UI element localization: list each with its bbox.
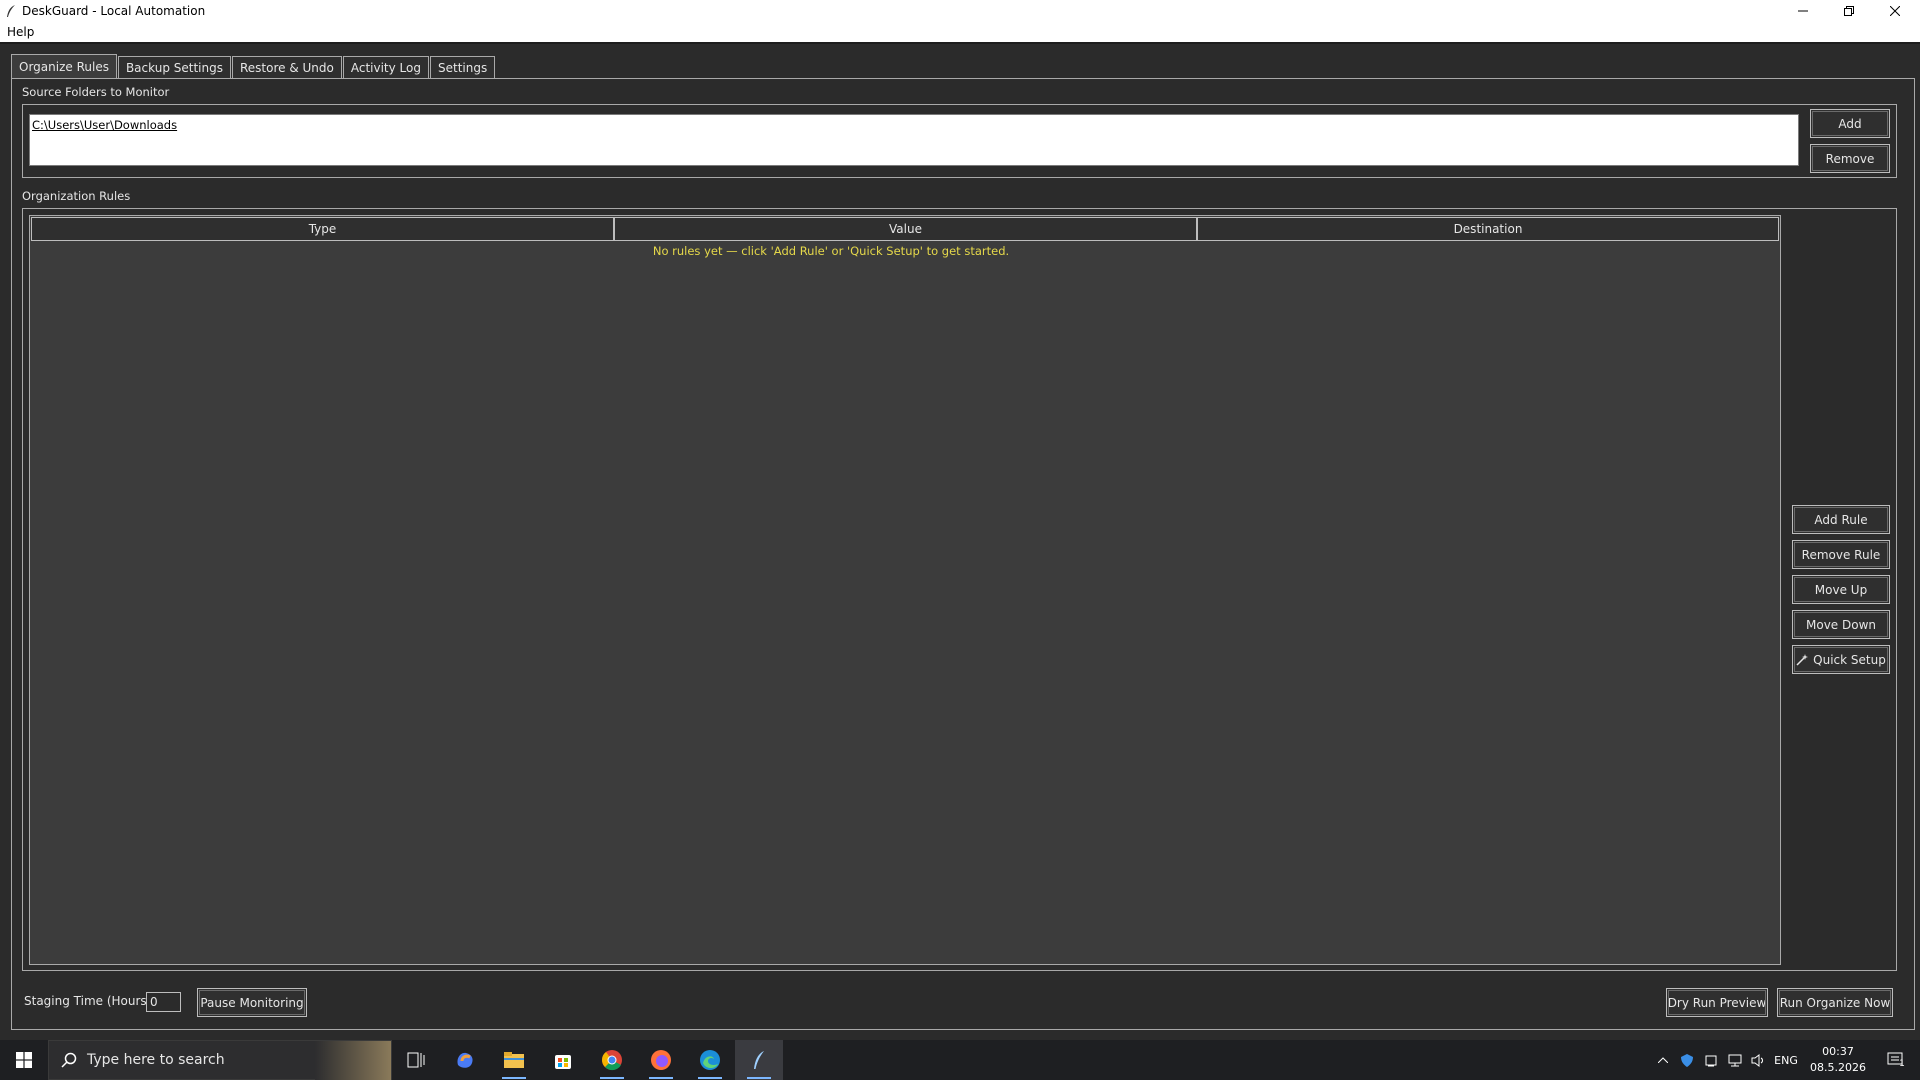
dry-run-preview-button[interactable]: Dry Run Preview [1666,988,1768,1017]
notification-count-badge: 1 [1899,1059,1905,1069]
volume-icon[interactable] [1748,1040,1770,1080]
quick-setup-button[interactable]: Quick Setup [1792,645,1890,674]
notification-center-icon[interactable]: 1 [1876,1040,1916,1080]
move-up-button[interactable]: Move Up [1792,575,1890,604]
device-icon[interactable] [1700,1040,1722,1080]
source-folders-list[interactable]: C:\Users\User\Downloads [29,114,1799,166]
source-folders-label: Source Folders to Monitor [22,85,170,99]
tab-activity-log[interactable]: Activity Log [342,56,429,78]
firefox-icon[interactable] [637,1040,685,1080]
window-title: DeskGuard - Local Automation [22,4,206,18]
list-item[interactable]: C:\Users\User\Downloads [32,118,177,132]
search-highlight-image [315,1041,391,1080]
pause-monitoring-button[interactable]: Pause Monitoring [197,988,307,1017]
remove-rule-button[interactable]: Remove Rule [1792,540,1890,569]
column-header-value[interactable]: Value [614,217,1197,241]
tab-restore-undo[interactable]: Restore & Undo [231,56,342,78]
tab-strip: Organize Rules Backup Settings Restore &… [11,54,496,78]
show-hidden-icons-chevron-icon[interactable] [1652,1040,1674,1080]
start-button[interactable] [0,1040,48,1080]
column-header-destination[interactable]: Destination [1197,217,1779,241]
menu-divider [0,42,1920,44]
add-folder-button[interactable]: Add [1810,109,1890,138]
deskguard-taskbar-icon[interactable] [735,1040,783,1080]
minimize-button[interactable] [1780,0,1826,22]
taskbar-search-box[interactable]: Type here to search [48,1040,392,1080]
task-view-icon[interactable] [392,1040,440,1080]
language-indicator[interactable]: ENG [1770,1040,1802,1080]
move-down-button[interactable]: Move Down [1792,610,1890,639]
run-organize-now-button[interactable]: Run Organize Now [1777,988,1893,1017]
app-feather-icon [0,0,22,22]
restore-button[interactable] [1826,0,1872,22]
tab-backup-settings[interactable]: Backup Settings [117,56,231,78]
staging-time-label: Staging Time (Hours): [24,994,156,1008]
copilot-icon[interactable] [441,1040,489,1080]
edge-icon[interactable] [686,1040,734,1080]
rules-table-header: Type Value Destination [31,217,1779,241]
staging-time-input[interactable] [146,992,181,1012]
search-placeholder: Type here to search [87,1052,225,1068]
windows-logo-icon [16,1052,32,1068]
title-bar: DeskGuard - Local Automation [0,0,1920,22]
add-rule-button[interactable]: Add Rule [1792,505,1890,534]
organization-rules-label: Organization Rules [22,189,131,203]
security-shield-icon[interactable] [1676,1040,1698,1080]
clock-date: 08.5.2026 [1810,1061,1866,1074]
search-icon [61,1052,77,1068]
network-icon[interactable] [1724,1040,1746,1080]
column-header-type[interactable]: Type [31,217,614,241]
file-explorer-icon[interactable] [490,1040,538,1080]
magic-wand-icon [1796,653,1809,666]
menu-bar: Help [0,22,1920,42]
quick-setup-label: Quick Setup [1813,652,1886,667]
remove-folder-button[interactable]: Remove [1810,144,1890,173]
menu-help[interactable]: Help [7,25,34,39]
chrome-icon[interactable] [588,1040,636,1080]
close-button[interactable] [1872,0,1918,22]
rules-table[interactable]: Type Value Destination No rules yet — cl… [29,215,1781,965]
taskbar: Type here to search ENG 00:37 08.5.2026 … [0,1040,1920,1080]
clock-time: 00:37 [1822,1045,1854,1058]
taskbar-clock[interactable]: 00:37 08.5.2026 [1800,1044,1876,1076]
empty-rules-message: No rules yet — click 'Add Rule' or 'Quic… [652,244,1010,258]
store-icon[interactable] [539,1040,587,1080]
tab-organize-rules[interactable]: Organize Rules [11,54,117,78]
tab-settings[interactable]: Settings [429,56,496,78]
